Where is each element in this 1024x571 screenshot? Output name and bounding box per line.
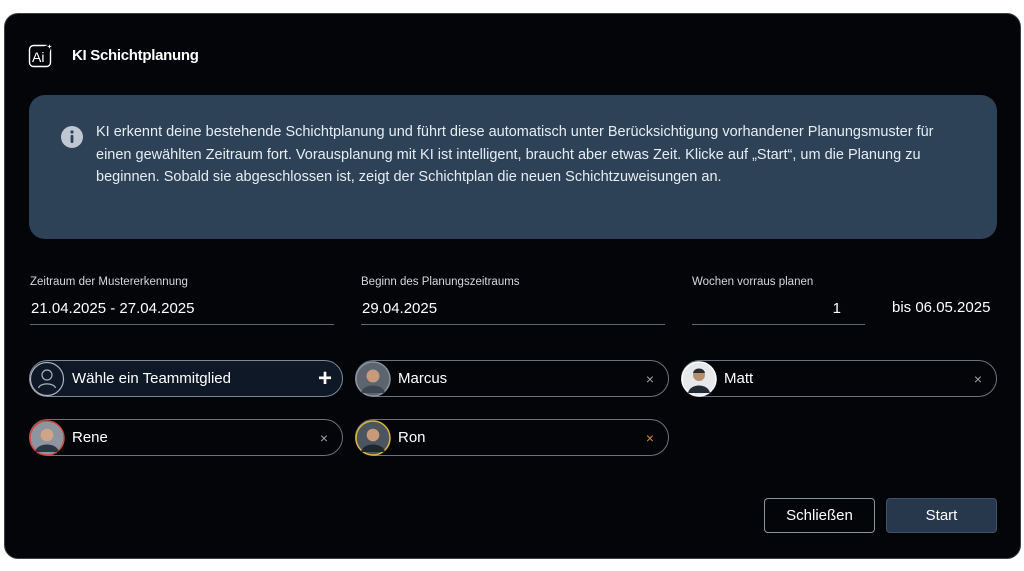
team-member-chip: Ron × [355, 419, 669, 456]
planning-start-label: Beginn des Planungszeitraums [361, 276, 520, 288]
weeks-ahead-label: Wochen vorraus planen [692, 276, 814, 288]
info-text: KI erkennt deine bestehende Schichtplanu… [96, 124, 934, 185]
pattern-range-field[interactable]: Zeitraum der Mustererkennung 21.04.2025 … [30, 275, 334, 325]
team-member-name: Ron [398, 429, 426, 446]
team-member-chip: Matt × [681, 360, 997, 397]
info-banner: KI erkennt deine bestehende Schichtplanu… [29, 95, 997, 239]
plus-icon[interactable]: + [318, 366, 332, 391]
add-team-member-select[interactable]: Wähle ein Teammitglied + [29, 360, 343, 397]
close-icon[interactable]: × [320, 431, 328, 445]
ai-shift-planning-dialog: Ai KI Schichtplanung KI erkennt deine be… [4, 13, 1021, 559]
weeks-ahead-input[interactable]: 1 [692, 297, 865, 325]
team-member-chip: Rene × [29, 419, 343, 456]
team-member-name: Matt [724, 370, 754, 387]
avatar [355, 419, 391, 456]
pattern-range-label: Zeitraum der Mustererkennung [30, 276, 188, 288]
close-button[interactable]: Schließen [764, 498, 875, 533]
close-icon[interactable]: × [646, 431, 654, 445]
avatar [29, 419, 65, 456]
dialog-title: KI Schichtplanung [72, 46, 199, 64]
avatar [681, 360, 717, 397]
svg-text:Ai: Ai [32, 49, 44, 65]
info-icon [61, 126, 83, 148]
team-member-chip: Marcus × [355, 360, 669, 397]
planning-start-input[interactable]: 29.04.2025 [361, 297, 665, 325]
planning-end-text: bis 06.05.2025 [892, 299, 991, 316]
team-member-name: Rene [72, 429, 108, 446]
add-team-member-placeholder: Wähle ein Teammitglied [72, 370, 231, 387]
avatar [355, 360, 391, 397]
close-icon[interactable]: × [974, 372, 982, 386]
dialog-header: Ai KI Schichtplanung [28, 41, 199, 69]
pattern-range-input[interactable]: 21.04.2025 - 27.04.2025 [30, 297, 334, 325]
ai-sparkle-icon: Ai [28, 41, 56, 68]
weeks-ahead-field[interactable]: Wochen vorraus planen 1 [692, 275, 865, 325]
close-icon[interactable]: × [646, 372, 654, 386]
team-member-name: Marcus [398, 370, 448, 387]
planning-start-field[interactable]: Beginn des Planungszeitraums 29.04.2025 [361, 275, 665, 325]
person-outline-icon [29, 361, 65, 396]
start-button[interactable]: Start [886, 498, 997, 533]
